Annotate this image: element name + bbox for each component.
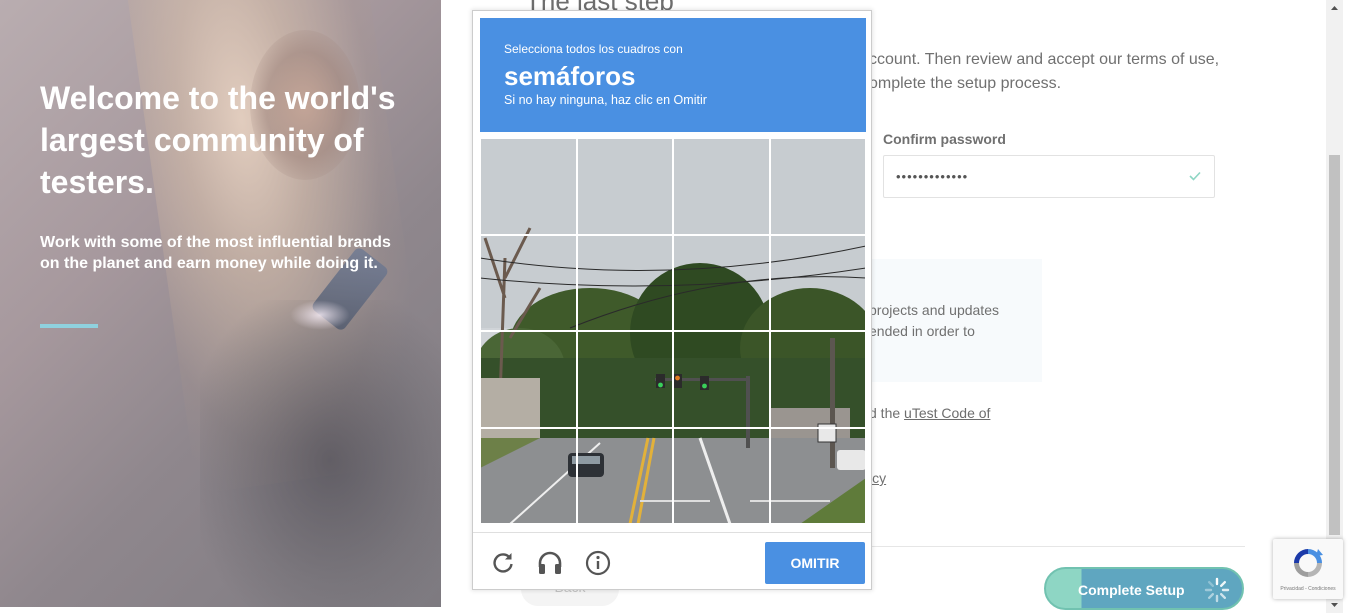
captcha-tile[interactable] bbox=[480, 331, 577, 428]
captcha-dialog: Selecciona todos los cuadros con semáfor… bbox=[472, 10, 872, 590]
recaptcha-terms: Privacidad - Condiciones bbox=[1280, 586, 1336, 592]
intro-text: ccount. Then review and accept our terms… bbox=[869, 51, 1220, 92]
captcha-tile[interactable] bbox=[576, 234, 673, 331]
captcha-tile[interactable] bbox=[769, 234, 866, 331]
scroll-thumb[interactable] bbox=[1329, 155, 1340, 535]
captcha-tile[interactable] bbox=[480, 138, 577, 235]
captcha-hint: Si no hay ninguna, haz clic en Omitir bbox=[504, 93, 707, 107]
hero-photo-shadow bbox=[200, 300, 441, 607]
hero-subtitle: Work with some of the most influential b… bbox=[40, 234, 391, 272]
recaptcha-badge[interactable]: Privacidad - Condiciones bbox=[1273, 539, 1343, 599]
captcha-tile[interactable] bbox=[673, 234, 770, 331]
hero-title: Welcome to the world's largest community… bbox=[40, 80, 396, 200]
info-icon[interactable] bbox=[585, 550, 611, 576]
page-scrollbar[interactable] bbox=[1326, 0, 1343, 613]
hero-photo-glow bbox=[290, 300, 350, 330]
spinner-icon bbox=[1204, 577, 1230, 603]
captcha-tile[interactable] bbox=[769, 427, 866, 524]
captcha-tile[interactable] bbox=[576, 331, 673, 428]
reload-icon[interactable] bbox=[490, 550, 516, 576]
captcha-tile[interactable] bbox=[769, 138, 866, 235]
captcha-tile[interactable] bbox=[673, 331, 770, 428]
info-text: projects and updates ended in order to bbox=[869, 302, 999, 339]
code-of-conduct-link[interactable]: uTest Code of bbox=[904, 405, 990, 421]
captcha-tile[interactable] bbox=[769, 331, 866, 428]
code-of-conduct-text: d the uTest Code of bbox=[869, 405, 990, 421]
captcha-tile[interactable] bbox=[576, 427, 673, 524]
captcha-tile[interactable] bbox=[480, 427, 577, 524]
captcha-instruction: Selecciona todos los cuadros con bbox=[504, 42, 683, 56]
divider bbox=[869, 546, 1245, 547]
complete-setup-label: Complete Setup bbox=[1078, 582, 1185, 598]
scroll-up-arrow-icon[interactable] bbox=[1326, 0, 1343, 17]
recaptcha-logo-icon bbox=[1294, 549, 1323, 577]
headphones-icon[interactable] bbox=[537, 550, 563, 576]
captcha-keyword: semáforos bbox=[504, 61, 636, 91]
code-prefix: d the bbox=[869, 405, 905, 421]
captcha-image-grid bbox=[480, 138, 866, 524]
captcha-header: Selecciona todos los cuadros con semáfor… bbox=[480, 18, 866, 132]
confirm-password-field[interactable]: ••••••••••••• bbox=[883, 155, 1215, 198]
captcha-tile[interactable] bbox=[480, 234, 577, 331]
check-icon bbox=[1189, 171, 1201, 181]
complete-setup-button[interactable]: Complete Setup bbox=[1044, 567, 1244, 610]
confirm-password-label: Confirm password bbox=[883, 131, 1006, 147]
hero-accent-line bbox=[40, 324, 98, 328]
captcha-tile[interactable] bbox=[673, 138, 770, 235]
confirm-password-value: ••••••••••••• bbox=[896, 169, 969, 184]
skip-button[interactable]: OMITIR bbox=[765, 542, 865, 584]
hero-panel: Welcome to the world's largest community… bbox=[0, 0, 441, 607]
captcha-footer: OMITIR bbox=[473, 532, 871, 590]
captcha-tile[interactable] bbox=[576, 138, 673, 235]
captcha-tile[interactable] bbox=[673, 427, 770, 524]
